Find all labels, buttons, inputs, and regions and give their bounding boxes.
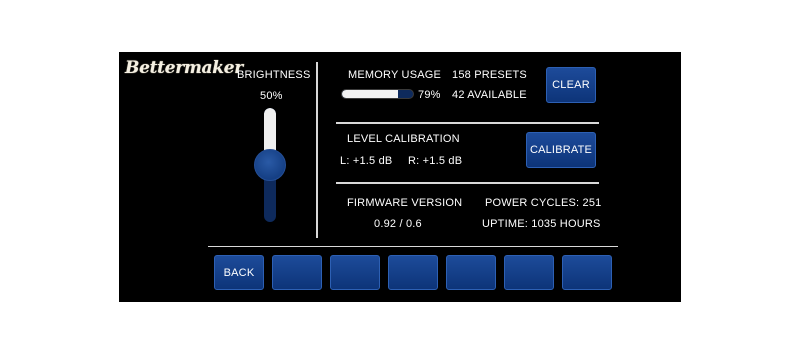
clear-button[interactable]: CLEAR [546,67,596,103]
power-cycles: POWER CYCLES: 251 [485,197,602,209]
bottom-button-5[interactable] [504,255,554,290]
brightness-label: BRIGHTNESS [237,69,311,81]
bottom-button-3[interactable] [388,255,438,290]
bottom-button-2[interactable] [330,255,380,290]
bottom-button-1[interactable] [272,255,322,290]
back-button[interactable]: BACK [214,255,264,290]
memory-usage-fill [342,90,399,98]
calibrate-button[interactable]: CALIBRATE [526,132,596,168]
divider-calibration [336,182,599,184]
bettermaker-logo: Bettermaker [125,58,243,78]
vertical-divider [316,62,318,238]
memory-usage-label: MEMORY USAGE [348,69,442,81]
level-calibration-label: LEVEL CALIBRATION [347,133,460,145]
calibration-right: R: +1.5 dB [408,155,463,167]
divider-memory [336,122,599,124]
firmware-version-label: FIRMWARE VERSION [347,197,463,209]
bottom-button-4[interactable] [446,255,496,290]
presets-available: 42 AVAILABLE [452,89,527,101]
divider-bottom [208,246,618,247]
bottom-button-6[interactable] [562,255,612,290]
brightness-value: 50% [260,90,283,102]
device-screen: Bettermaker BRIGHTNESS 50% MEMORY USAGE … [119,52,681,302]
presets-count: 158 PRESETS [452,69,527,81]
memory-usage-percent: 79% [418,89,441,101]
uptime: UPTIME: 1035 HOURS [482,218,601,230]
brightness-slider-knob[interactable] [254,149,286,181]
firmware-version-value: 0.92 / 0.6 [374,218,422,230]
calibration-left: L: +1.5 dB [340,155,393,167]
memory-usage-bar [341,89,414,99]
